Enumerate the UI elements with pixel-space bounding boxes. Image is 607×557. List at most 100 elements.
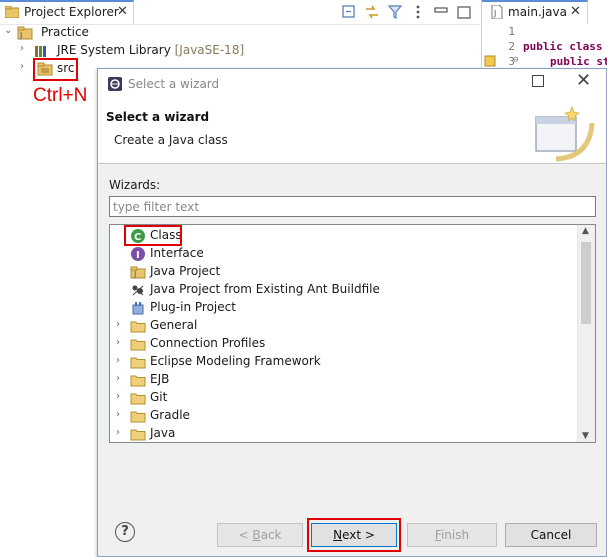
back-button-mnemonic: B xyxy=(252,528,261,542)
chevron-right-icon[interactable]: › xyxy=(116,409,120,420)
wizard-item-label: Gradle xyxy=(150,408,190,422)
shortcut-annotation: Ctrl+N xyxy=(33,85,88,106)
code-text: public st xyxy=(550,55,607,68)
wizard-category-ejb[interactable]: › EJB xyxy=(110,371,578,389)
tree-item-label: Practice xyxy=(41,25,89,39)
svg-text:J: J xyxy=(19,31,22,40)
new-wizard-dialog: Select a wizard ✕ Select a wizard Create… xyxy=(97,68,607,557)
wizard-category-connection-profiles[interactable]: › Connection Profiles xyxy=(110,335,578,353)
code-line[interactable]: 2 public class xyxy=(482,40,607,55)
library-icon xyxy=(35,46,46,57)
dialog-title: Select a wizard xyxy=(128,77,220,91)
banner-title: Select a wizard xyxy=(106,110,210,124)
editor-tab-main-java[interactable]: J main.java ✕ xyxy=(482,0,588,24)
folder-icon xyxy=(130,429,146,441)
filter-input[interactable] xyxy=(109,196,596,217)
dialog-body: Wizards: C Class I Interface xyxy=(98,164,606,504)
folder-icon xyxy=(130,411,146,423)
close-icon[interactable]: ✕ xyxy=(570,4,581,19)
line-number: 2 xyxy=(508,40,515,53)
back-button-rest: ack xyxy=(260,528,282,542)
banner-description: Create a Java class xyxy=(114,133,228,147)
svg-text:J: J xyxy=(493,9,496,18)
code-text: public class xyxy=(523,40,603,53)
src-highlight-box xyxy=(33,58,78,81)
project-explorer-header: Project Explorer ✕ xyxy=(0,0,480,25)
ant-icon xyxy=(132,285,144,296)
library-version: [JavaSE-18] xyxy=(174,43,245,57)
chevron-right-icon[interactable]: › xyxy=(116,373,120,384)
scrollbar-thumb[interactable] xyxy=(581,242,591,324)
chevron-right-icon[interactable]: › xyxy=(20,61,24,72)
filter-icon[interactable] xyxy=(387,4,403,20)
dialog-titlebar: Select a wizard ✕ xyxy=(98,69,606,99)
folder-icon xyxy=(130,339,146,351)
wizard-category-gradle[interactable]: › Gradle xyxy=(110,407,578,425)
wizard-list-scrollbar[interactable]: ▲ ▼ xyxy=(577,225,595,442)
wizard-tree[interactable]: C Class I Interface J Java Project Java … xyxy=(109,224,596,443)
wizard-item-interface[interactable]: I Interface xyxy=(110,245,578,263)
project-folder-icon: J xyxy=(17,26,33,40)
wizard-category-java[interactable]: › Java xyxy=(110,425,578,442)
folder-icon xyxy=(130,321,146,333)
finish-button[interactable]: Finish xyxy=(407,523,497,547)
fold-icon[interactable]: ⊖ xyxy=(513,55,518,65)
eclipse-icon xyxy=(108,77,122,91)
chevron-right-icon[interactable]: › xyxy=(116,319,120,330)
dialog-banner: Select a wizard Create a Java class xyxy=(98,99,606,164)
chevron-right-icon[interactable]: › xyxy=(116,355,120,366)
wizard-item-label: Connection Profiles xyxy=(150,336,266,350)
folder-icon xyxy=(130,357,146,369)
wizard-item-label: Plug-in Project xyxy=(150,300,236,314)
help-icon[interactable]: ? xyxy=(115,522,135,542)
code-line[interactable]: 1 xyxy=(482,25,607,40)
wizard-item-ant-project[interactable]: Java Project from Existing Ant Buildfile xyxy=(110,281,578,299)
wizard-item-label: Java xyxy=(150,426,176,440)
back-button[interactable]: < Back xyxy=(217,523,303,547)
chevron-right-icon[interactable]: › xyxy=(116,391,120,402)
warning-icon[interactable] xyxy=(484,55,496,67)
cancel-button[interactable]: Cancel xyxy=(505,523,597,547)
maximize-icon[interactable] xyxy=(532,75,544,87)
chevron-right-icon[interactable]: › xyxy=(20,43,24,54)
wizard-banner-icon xyxy=(535,106,595,162)
chevron-down-icon[interactable]: ⌄ xyxy=(4,25,12,36)
java-project-icon: J xyxy=(130,266,146,279)
java-interface-icon: I xyxy=(131,247,145,261)
tree-item-practice[interactable]: ⌄ J Practice xyxy=(4,24,304,42)
folder-icon xyxy=(130,393,146,405)
wizard-item-class[interactable]: C Class xyxy=(110,225,578,246)
wizard-category-general[interactable]: › General xyxy=(110,317,578,335)
class-highlight-box xyxy=(124,225,182,246)
minimize-icon[interactable] xyxy=(433,4,449,20)
maximize-icon[interactable] xyxy=(456,4,472,20)
chevron-right-icon[interactable]: › xyxy=(116,427,120,438)
finish-button-rest: inish xyxy=(440,528,470,542)
folder-icon xyxy=(130,375,146,387)
wizard-category-git[interactable]: › Git xyxy=(110,389,578,407)
project-explorer-tab-label: Project Explorer xyxy=(24,5,119,19)
wizard-item-label: Java Project from Existing Ant Buildfile xyxy=(150,282,380,296)
wizard-category-eclipse-modeling-framework[interactable]: › Eclipse Modeling Framework xyxy=(110,353,578,371)
svg-text:J: J xyxy=(133,270,136,279)
wizard-item-plugin-project[interactable]: Plug-in Project xyxy=(110,299,578,317)
back-button-prefix: < xyxy=(238,528,253,542)
project-explorer-icon xyxy=(5,6,19,18)
close-icon[interactable]: ✕ xyxy=(117,4,128,19)
wizard-item-label: Java Project xyxy=(150,264,221,278)
chevron-right-icon[interactable]: › xyxy=(116,337,120,348)
plugin-icon xyxy=(132,302,144,315)
wizard-item-java-project[interactable]: J Java Project xyxy=(110,263,578,281)
close-icon[interactable]: ✕ xyxy=(576,72,591,90)
scroll-down-icon[interactable]: ▼ xyxy=(582,431,589,441)
tree-item-label: JRE System Library [JavaSE-18] xyxy=(57,43,244,57)
collapse-all-icon[interactable] xyxy=(341,4,357,20)
wizard-item-label: EJB xyxy=(150,372,170,386)
view-menu-icon[interactable] xyxy=(410,4,426,20)
link-with-editor-icon[interactable] xyxy=(364,4,380,20)
wizard-item-label: Interface xyxy=(150,246,204,260)
scroll-up-icon[interactable]: ▲ xyxy=(582,226,589,236)
project-explorer-tab[interactable]: Project Explorer ✕ xyxy=(0,0,134,24)
wizard-item-label: Git xyxy=(150,390,168,404)
wizards-label: Wizards: xyxy=(109,178,161,192)
